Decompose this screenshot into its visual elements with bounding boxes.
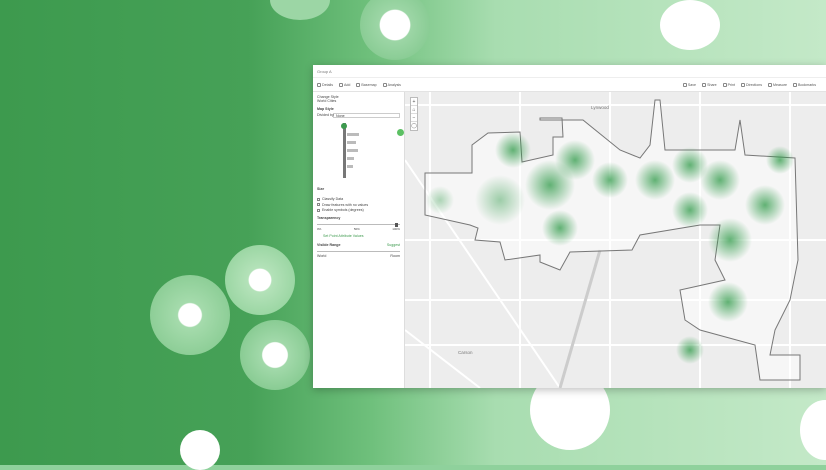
- map-label-lynwood: Lynwood: [591, 105, 609, 110]
- home-button[interactable]: ⌂: [411, 106, 417, 114]
- analysis-icon: [382, 82, 387, 87]
- more-options-link[interactable]: Set Point Attribute Values: [323, 234, 400, 238]
- label: Analysis: [387, 82, 401, 87]
- save-button[interactable]: Save: [682, 83, 697, 87]
- visible-range-slider[interactable]: [317, 251, 400, 252]
- label: Draw features with no values: [322, 202, 369, 207]
- toolbar: Details Add Basemap Analysis Save Share …: [313, 78, 826, 92]
- decorative-circle: [150, 275, 230, 355]
- add-icon: [339, 82, 343, 87]
- save-icon: [682, 83, 687, 87]
- print-button[interactable]: Print: [722, 83, 736, 87]
- decorative-circle: [180, 430, 220, 470]
- visible-range-heading: Visible Range: [317, 243, 341, 247]
- transparency-slider[interactable]: [317, 222, 400, 227]
- measure-button[interactable]: Measure: [768, 83, 787, 87]
- directions-icon: [741, 83, 746, 87]
- decorative-circle: [225, 245, 295, 315]
- measure-icon: [768, 83, 773, 87]
- checkbox-classify[interactable]: Classify Data: [317, 197, 400, 201]
- label: Classify Data: [322, 197, 344, 201]
- share-button[interactable]: Share: [702, 83, 717, 87]
- label: Enable symbols (degrees): [322, 208, 364, 212]
- style-by-label: Divided by: [317, 113, 334, 117]
- bookmarks-button[interactable]: Bookmarks: [793, 83, 816, 87]
- zoom-in-button[interactable]: +: [411, 98, 417, 106]
- tick: 100%: [392, 227, 400, 231]
- basemap-icon: [356, 82, 361, 87]
- checkbox-symbols[interactable]: Enable symbols (degrees): [317, 208, 400, 212]
- range-min-select[interactable]: World: [317, 254, 326, 258]
- window-title: Group A: [313, 65, 826, 78]
- range-max-select[interactable]: Room: [390, 254, 400, 258]
- style-by-select[interactable]: None: [333, 113, 400, 118]
- basemap-button[interactable]: Basemap: [356, 82, 377, 87]
- zoom-out-button[interactable]: −: [411, 114, 417, 122]
- details-icon: [317, 82, 321, 87]
- map-canvas[interactable]: Lynwood Carson + ⌂ − ◯: [405, 92, 826, 388]
- label: Save: [687, 83, 697, 87]
- label: Bookmarks: [798, 83, 816, 87]
- label: Add: [344, 82, 351, 87]
- map-label-carson: Carson: [458, 350, 473, 355]
- directions-button[interactable]: Directions: [741, 83, 762, 87]
- map-viewer-window: Group A Details Add Basemap Analysis Sav…: [313, 65, 826, 388]
- locate-icon[interactable]: ◯: [411, 122, 417, 130]
- layer-name: World Cities: [317, 99, 337, 103]
- suggest-link[interactable]: Suggest: [387, 243, 400, 247]
- share-icon: [702, 83, 707, 87]
- decorative-circle: [660, 0, 720, 50]
- label: Basemap: [361, 82, 377, 87]
- print-icon: [722, 83, 727, 87]
- tick: 50%: [353, 227, 360, 231]
- decorative-circle: [240, 320, 310, 390]
- label: Details: [322, 82, 333, 87]
- symbol-preview[interactable]: [397, 129, 404, 136]
- size-heading: Size: [317, 187, 325, 191]
- histogram: [317, 121, 404, 183]
- heatmap-layer: [405, 92, 826, 388]
- section-heading: Map Style: [317, 107, 334, 111]
- add-button[interactable]: Add: [339, 82, 351, 87]
- label: Print: [727, 83, 736, 87]
- label: Share: [707, 83, 717, 87]
- transparency-heading: Transparency: [317, 216, 341, 220]
- details-button[interactable]: Details: [317, 82, 333, 87]
- tick: 0%: [317, 227, 322, 231]
- zoom-controls: + ⌂ − ◯: [410, 97, 418, 131]
- label: Measure: [773, 83, 788, 87]
- checkbox-no-values[interactable]: Draw features with no values: [317, 203, 400, 207]
- label: Directions: [746, 83, 763, 87]
- analysis-button[interactable]: Analysis: [382, 82, 401, 87]
- change-style-panel: Change Style World Cities Map Style Divi…: [313, 92, 405, 388]
- bookmarks-icon: [793, 83, 798, 87]
- slider-handle[interactable]: [341, 123, 347, 129]
